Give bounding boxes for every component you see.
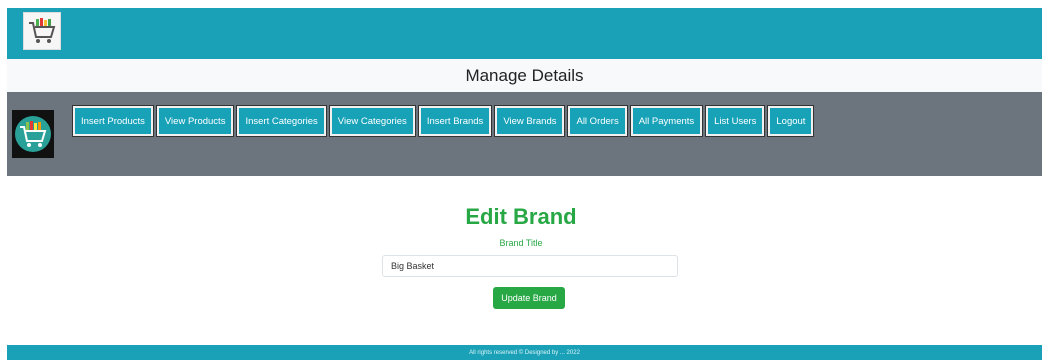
all-orders-button[interactable]: All Orders: [568, 106, 627, 136]
top-header-bar: [7, 8, 1042, 59]
view-categories-button[interactable]: View Categories: [329, 106, 415, 136]
form-heading: Edit Brand: [465, 204, 577, 229]
shopping-cart-groceries-icon: [29, 18, 56, 43]
insert-categories-button[interactable]: Insert Categories: [237, 106, 326, 136]
admin-navbar: Insert Products View Products Insert Cat…: [7, 92, 1042, 176]
page-footer: All rights reserved © Designed by ... 20…: [7, 345, 1042, 360]
all-payments-button[interactable]: All Payments: [630, 106, 703, 136]
logout-button[interactable]: Logout: [768, 106, 814, 136]
insert-brands-button[interactable]: Insert Brands: [418, 106, 492, 136]
list-users-button[interactable]: List Users: [706, 106, 765, 136]
page-title-band: Manage Details: [7, 59, 1042, 92]
view-brands-button[interactable]: View Brands: [495, 106, 565, 136]
brand-title-input[interactable]: [382, 255, 678, 277]
footer-text: All rights reserved © Designed by ... 20…: [469, 349, 580, 356]
update-brand-button[interactable]: Update Brand: [493, 287, 565, 309]
page-title: Manage Details: [465, 65, 584, 85]
site-logo[interactable]: [23, 12, 61, 50]
admin-avatar: [12, 110, 54, 158]
brand-title-label: Brand Title: [499, 238, 543, 248]
admin-nav-buttons: Insert Products View Products Insert Cat…: [73, 106, 817, 136]
shopping-cart-groceries-icon: [15, 116, 51, 152]
insert-products-button[interactable]: Insert Products: [73, 106, 153, 136]
view-products-button[interactable]: View Products: [156, 106, 234, 136]
